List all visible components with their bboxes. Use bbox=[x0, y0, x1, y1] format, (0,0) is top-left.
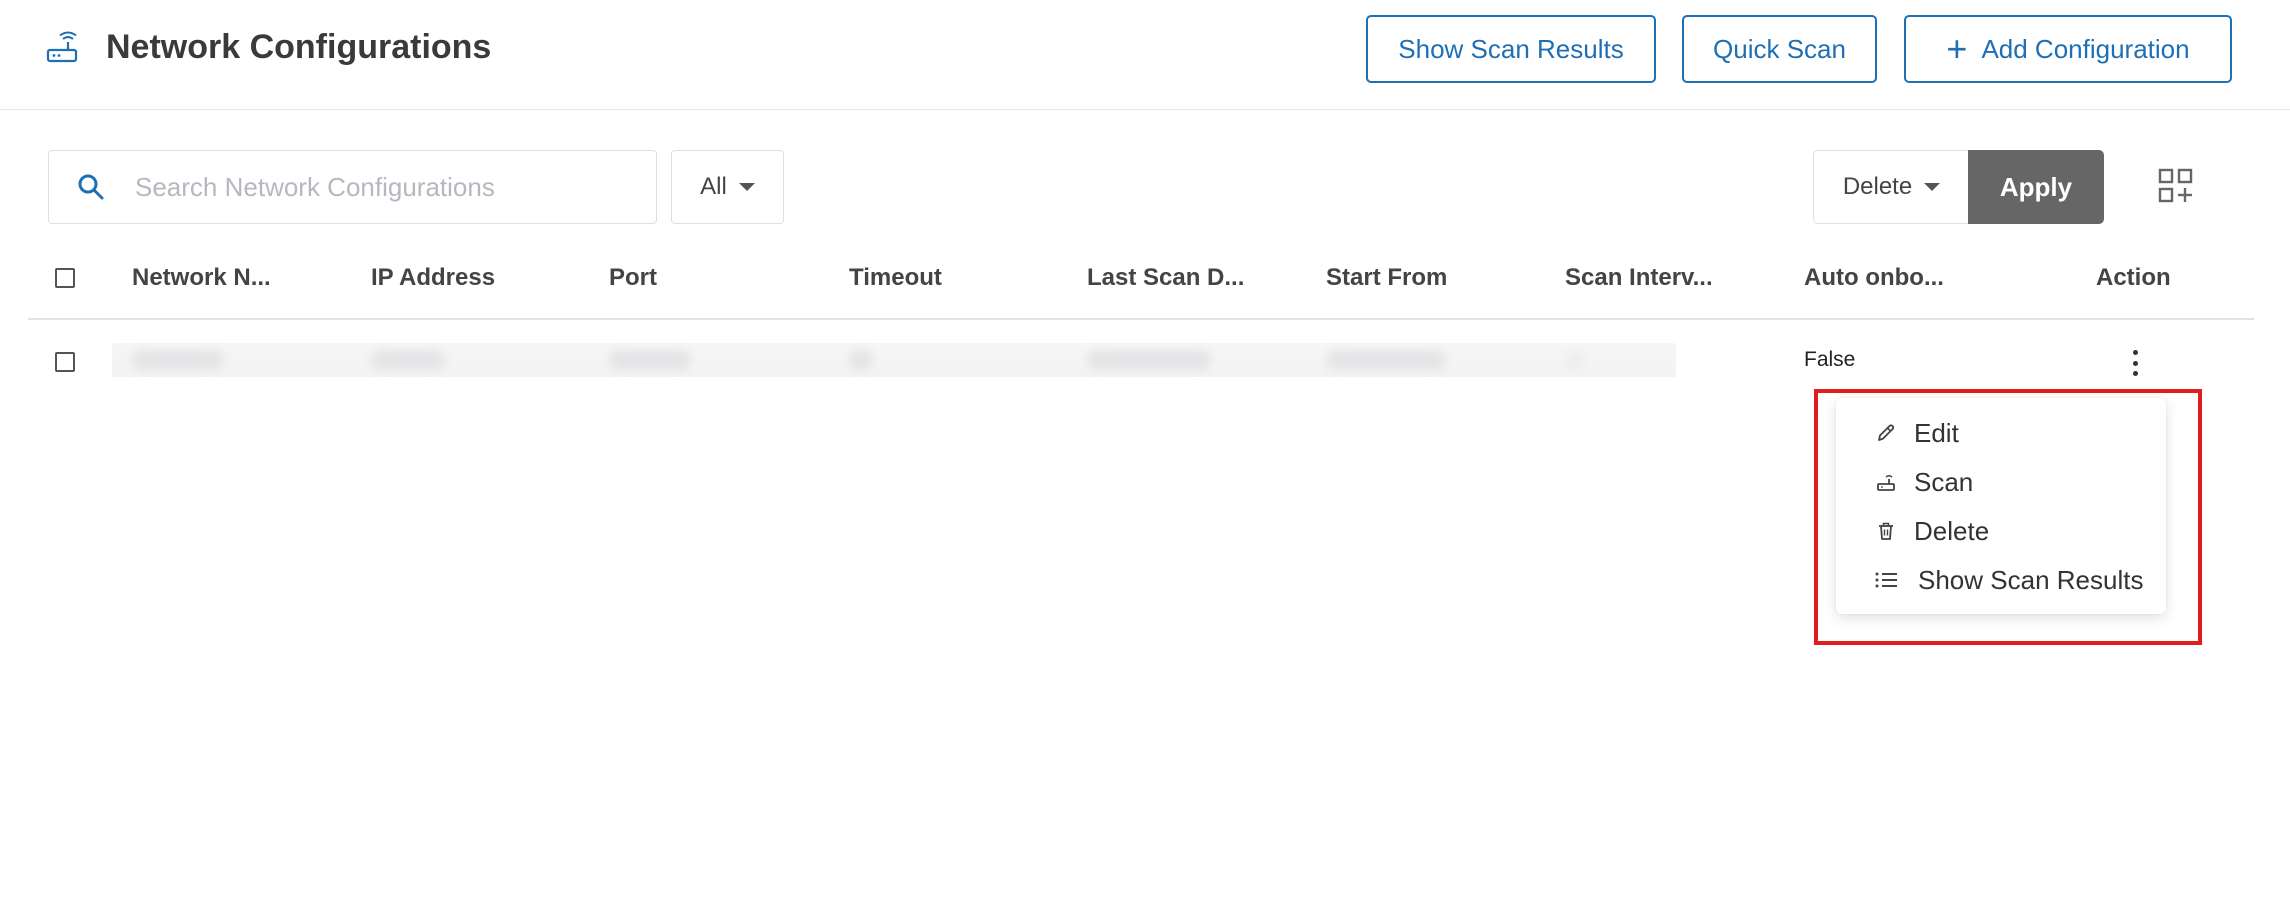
table-row: False bbox=[28, 330, 2254, 396]
page-title: Network Configurations bbox=[106, 28, 492, 66]
menu-item-label: Scan bbox=[1914, 466, 1974, 497]
redacted-cell bbox=[371, 350, 445, 370]
more-vertical-icon[interactable] bbox=[2123, 350, 2147, 376]
quick-scan-button[interactable]: Quick Scan bbox=[1682, 15, 1877, 83]
bulk-action-value: Delete bbox=[1842, 173, 1913, 200]
plus-icon: + bbox=[1946, 28, 1968, 69]
row-checkbox[interactable] bbox=[55, 352, 75, 372]
menu-item-delete[interactable]: Delete bbox=[1874, 511, 1989, 551]
search-input[interactable] bbox=[135, 151, 635, 223]
search-icon bbox=[78, 174, 104, 200]
redacted-cell bbox=[609, 350, 691, 370]
column-header-last-scan-date[interactable]: Last Scan D... bbox=[1087, 250, 1244, 306]
menu-item-label: Edit bbox=[1914, 417, 1959, 448]
select-all-checkbox[interactable] bbox=[55, 268, 75, 288]
menu-item-show-scan-results[interactable]: Show Scan Results bbox=[1874, 560, 2143, 600]
pencil-icon bbox=[1878, 424, 1895, 441]
add-configuration-button[interactable]: + Add Configuration bbox=[1904, 15, 2232, 83]
show-scan-results-button[interactable]: Show Scan Results bbox=[1366, 15, 1656, 83]
column-header-auto-onboard[interactable]: Auto onbo... bbox=[1804, 250, 1944, 306]
column-header-start-from[interactable]: Start From bbox=[1326, 250, 1447, 306]
network-router-icon bbox=[46, 31, 78, 63]
filter-value: All bbox=[700, 173, 727, 200]
redacted-cell bbox=[1087, 350, 1211, 370]
menu-item-label: Delete bbox=[1914, 515, 1990, 546]
chevron-down-icon bbox=[1924, 183, 1941, 191]
search-box bbox=[48, 150, 657, 224]
menu-item-edit[interactable]: Edit bbox=[1874, 413, 1959, 453]
apply-button[interactable]: Apply bbox=[1968, 150, 2104, 224]
add-configuration-label: Add Configuration bbox=[1981, 33, 2190, 64]
menu-item-scan[interactable]: Scan bbox=[1874, 462, 1973, 502]
column-header-network-name[interactable]: Network N... bbox=[132, 250, 271, 306]
column-header-timeout[interactable]: Timeout bbox=[849, 250, 942, 306]
chevron-down-icon bbox=[738, 183, 755, 191]
filter-dropdown[interactable]: All bbox=[671, 150, 784, 224]
menu-item-label: Show Scan Results bbox=[1918, 564, 2144, 595]
redacted-cell bbox=[1326, 350, 1446, 370]
page-header: Network Configurations Show Scan Results… bbox=[0, 0, 2290, 110]
column-header-scan-interval[interactable]: Scan Interv... bbox=[1565, 250, 1713, 306]
column-header-action: Action bbox=[2096, 264, 2171, 291]
redacted-cell bbox=[1565, 350, 1585, 370]
trash-icon bbox=[1879, 522, 1893, 540]
table-header: Network N... IP Address Port Timeout Las… bbox=[28, 250, 2254, 320]
column-header-port[interactable]: Port bbox=[609, 250, 657, 306]
grid-add-icon[interactable] bbox=[2158, 168, 2194, 204]
row-action-menu: Edit Scan Delete Show Scan Results bbox=[1836, 398, 2166, 614]
list-icon bbox=[1875, 572, 1897, 588]
auto-onboard-value: False bbox=[1804, 348, 1856, 371]
scan-icon bbox=[1877, 475, 1895, 491]
redacted-cell bbox=[849, 350, 873, 370]
redacted-cell bbox=[132, 350, 224, 370]
bulk-action-dropdown[interactable]: Delete bbox=[1813, 150, 1969, 224]
column-header-ip-address[interactable]: IP Address bbox=[371, 250, 495, 306]
